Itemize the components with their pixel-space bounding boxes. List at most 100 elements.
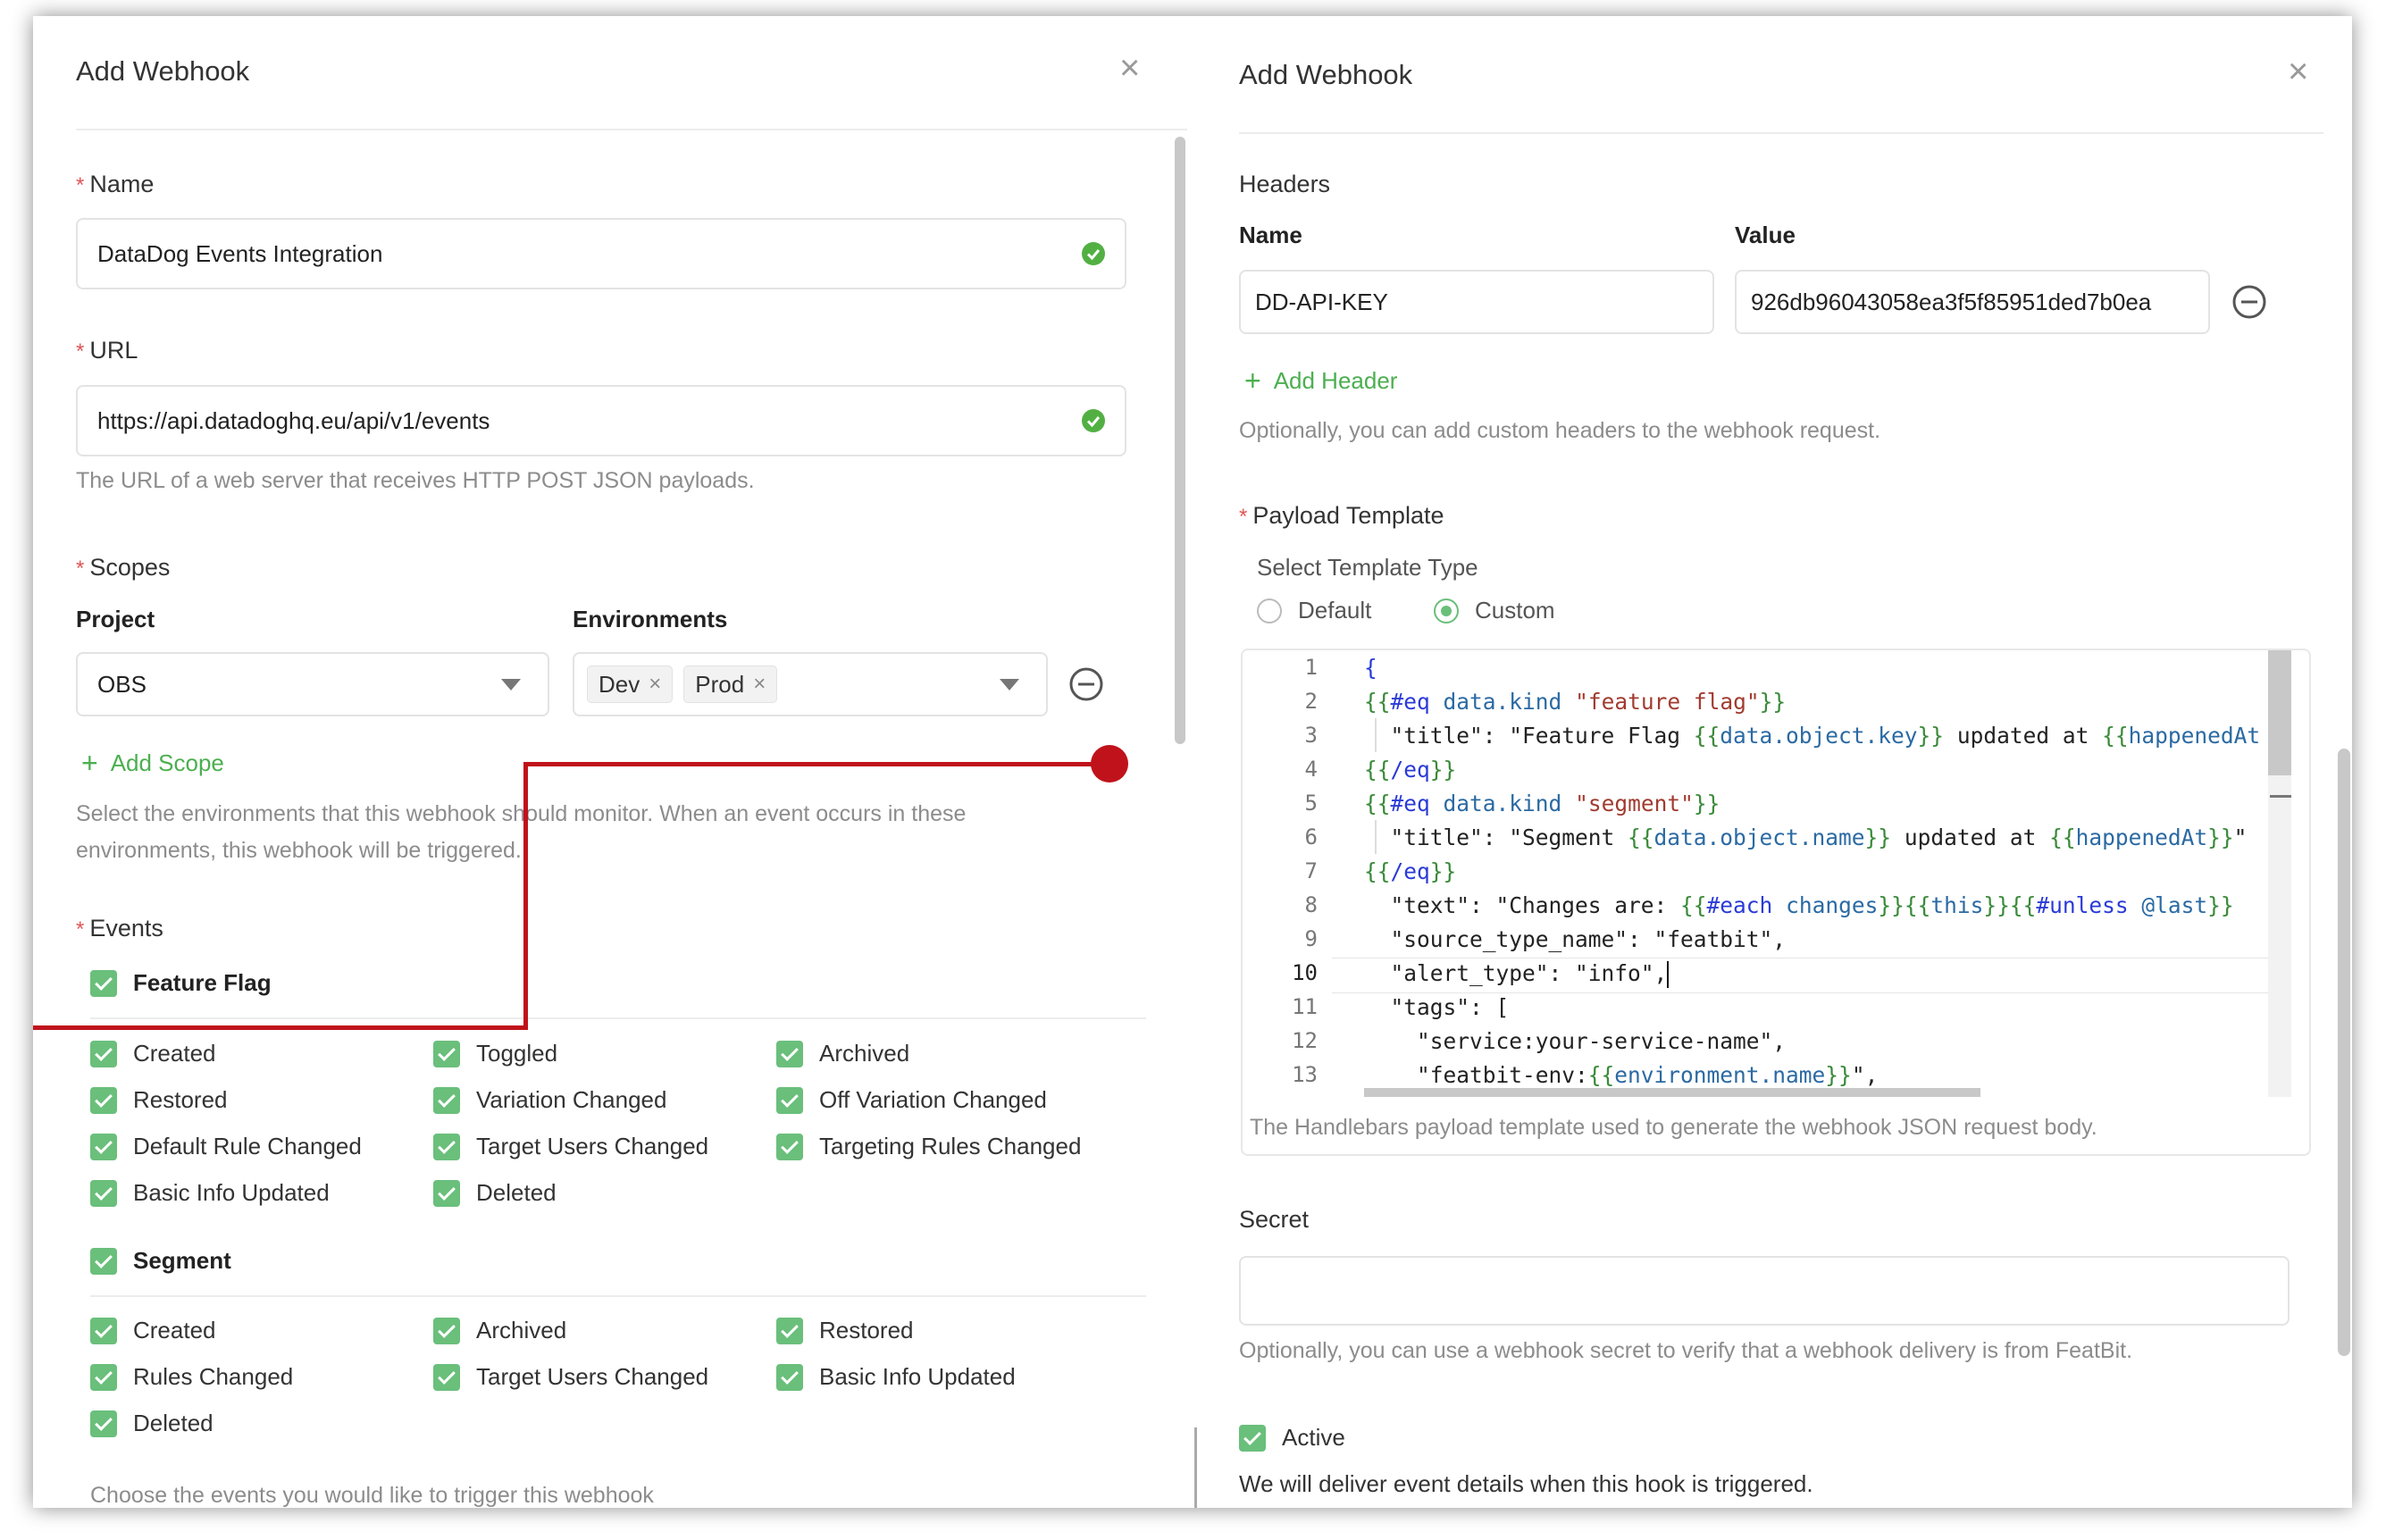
add-header-button[interactable]: + Add Header — [1244, 366, 1397, 395]
checkbox-ff-deleted[interactable]: Deleted — [433, 1179, 557, 1207]
events-label: * Events — [76, 915, 163, 942]
scopes-help: Select the environments that this webhoo… — [76, 801, 967, 863]
secret-help: Optionally, you can use a webhook secret… — [1239, 1338, 2133, 1363]
checkbox-seg-target-users-changed[interactable]: Target Users Changed — [433, 1363, 708, 1391]
checkbox-ff-restored[interactable]: Restored — [90, 1086, 228, 1114]
code-line: "title": "Feature Flag {{data.object.key… — [1364, 723, 2261, 749]
line-number: 4 — [1304, 757, 1318, 782]
line-number: 9 — [1304, 926, 1318, 951]
line-number: 7 — [1304, 858, 1318, 883]
remove-header-icon[interactable] — [2231, 284, 2267, 320]
group-divider — [90, 1017, 1146, 1019]
checkbox-ff-targeting-rules-changed[interactable]: Targeting Rules Changed — [776, 1133, 1081, 1160]
checkbox-feature-flag[interactable]: Feature Flag — [90, 969, 272, 997]
checkbox-ff-archived[interactable]: Archived — [776, 1040, 909, 1067]
headers-label: Headers — [1239, 171, 1331, 197]
annotation-connector — [33, 1025, 528, 1030]
editor-horizontal-scrollbar[interactable] — [1364, 1088, 1980, 1097]
group-divider — [90, 1295, 1146, 1297]
line-number: 3 — [1304, 723, 1318, 748]
remove-tag-icon[interactable]: × — [753, 672, 766, 697]
active-help: We will deliver event details when this … — [1239, 1470, 1813, 1497]
checkbox-ff-target-users-changed[interactable]: Target Users Changed — [433, 1133, 708, 1160]
radio-default[interactable]: Default — [1257, 597, 1371, 624]
header-name-col: Name — [1239, 222, 1302, 248]
secret-input[interactable] — [1239, 1256, 2290, 1326]
plus-icon: + — [81, 747, 98, 779]
checkbox-ff-toggled[interactable]: Toggled — [433, 1040, 557, 1067]
remove-scope-icon[interactable] — [1068, 666, 1104, 702]
url-input[interactable]: https://api.datadoghq.eu/api/v1/events — [76, 385, 1126, 456]
checkbox-seg-deleted[interactable]: Deleted — [90, 1410, 213, 1437]
title-divider — [1239, 132, 2323, 134]
panel-edge — [1194, 1427, 1197, 1508]
code-line: "service:your-service-name", — [1364, 1028, 1787, 1054]
header-value-input[interactable]: 926db96043058ea3f5f85951ded7b0ea — [1735, 270, 2210, 334]
url-label: * URL — [76, 337, 138, 364]
checkbox-seg-rules-changed[interactable]: Rules Changed — [90, 1363, 293, 1391]
annotation-dot — [1091, 745, 1128, 783]
checkbox-ff-variation-changed[interactable]: Variation Changed — [433, 1086, 666, 1114]
line-number: 10 — [1292, 960, 1318, 985]
line-number-gutter: 1 2 3 4 5 6 7 8 9 10 11 12 13 — [1243, 650, 1332, 1097]
line-number: 12 — [1292, 1028, 1318, 1053]
chevron-down-icon — [1000, 679, 1019, 690]
env-tag-dev[interactable]: Dev × — [587, 665, 674, 703]
checkbox-ff-default-rule-changed[interactable]: Default Rule Changed — [90, 1133, 362, 1160]
checkbox-seg-created[interactable]: Created — [90, 1317, 216, 1344]
close-icon[interactable]: × — [2288, 54, 2308, 89]
code-line: "tags": [ — [1364, 994, 1510, 1020]
header-value-col: Value — [1735, 222, 1796, 248]
code-line: "source_type_name": "featbit", — [1364, 926, 1787, 952]
code-line: { — [1364, 655, 1377, 681]
line-number: 13 — [1292, 1062, 1318, 1087]
line-number: 5 — [1304, 791, 1318, 816]
code-line: {{/eq}} — [1364, 757, 1457, 783]
left-scrollbar[interactable] — [1175, 137, 1185, 744]
scopes-label: * Scopes — [76, 554, 171, 581]
events-help: Choose the events you would like to trig… — [90, 1483, 654, 1508]
plus-icon: + — [1244, 364, 1261, 397]
checkbox-seg-basic-info-updated[interactable]: Basic Info Updated — [776, 1363, 1016, 1391]
radio-custom[interactable]: Custom — [1434, 597, 1555, 624]
check-circle-icon — [1082, 242, 1105, 265]
header-name-input[interactable]: DD-API-KEY — [1239, 270, 1714, 334]
checkbox-seg-archived[interactable]: Archived — [433, 1317, 566, 1344]
project-label: Project — [76, 606, 155, 632]
url-help: The URL of a web server that receives HT… — [76, 468, 755, 493]
title-divider — [76, 129, 1187, 130]
checkbox-ff-off-variation-changed[interactable]: Off Variation Changed — [776, 1086, 1047, 1114]
close-icon[interactable]: × — [1119, 50, 1140, 86]
checkbox-ff-basic-info-updated[interactable]: Basic Info Updated — [90, 1179, 330, 1207]
payload-template-editor[interactable]: 1 2 3 4 5 6 7 8 9 10 11 12 13 { {{#eq da… — [1241, 649, 2311, 1156]
code-area[interactable]: 1 2 3 4 5 6 7 8 9 10 11 12 13 { {{#eq da… — [1243, 650, 2268, 1097]
chevron-down-icon — [501, 679, 521, 690]
annotation-connector — [523, 762, 528, 1030]
name-input[interactable]: DataDog Events Integration — [76, 218, 1126, 289]
panel-title: Add Webhook — [76, 55, 250, 87]
right-scrollbar[interactable] — [2338, 749, 2350, 1356]
code-line: "title": "Segment {{data.object.name}} u… — [1364, 824, 2248, 850]
editor-vertical-scrollbar[interactable] — [2268, 650, 2291, 775]
line-number: 2 — [1304, 689, 1318, 714]
checkbox-active[interactable]: Active — [1239, 1424, 1345, 1452]
select-template-type-label: Select Template Type — [1257, 554, 1478, 581]
checkbox-ff-created[interactable]: Created — [90, 1040, 216, 1067]
environments-select[interactable]: Dev × Prod × — [573, 652, 1048, 716]
project-select[interactable]: OBS — [76, 652, 549, 716]
line-number: 6 — [1304, 824, 1318, 850]
payload-help: The Handlebars payload template used to … — [1250, 1115, 2097, 1140]
headers-help: Optionally, you can add custom headers t… — [1239, 418, 1881, 443]
checkbox-segment[interactable]: Segment — [90, 1247, 231, 1275]
add-scope-button[interactable]: + Add Scope — [81, 749, 224, 777]
scrollbar-marker — [2270, 795, 2291, 798]
line-number: 11 — [1292, 994, 1318, 1019]
remove-tag-icon[interactable]: × — [649, 672, 661, 697]
checkbox-seg-restored[interactable]: Restored — [776, 1317, 914, 1344]
code-line: "featbit-env:{{environment.name}}", — [1364, 1062, 1879, 1088]
code-line: {{#eq data.kind "feature flag"}} — [1364, 689, 1787, 715]
code-line: {{/eq}} — [1364, 858, 1457, 884]
line-number: 1 — [1304, 655, 1318, 680]
env-tag-prod[interactable]: Prod × — [683, 665, 778, 703]
environments-label: Environments — [573, 606, 728, 632]
